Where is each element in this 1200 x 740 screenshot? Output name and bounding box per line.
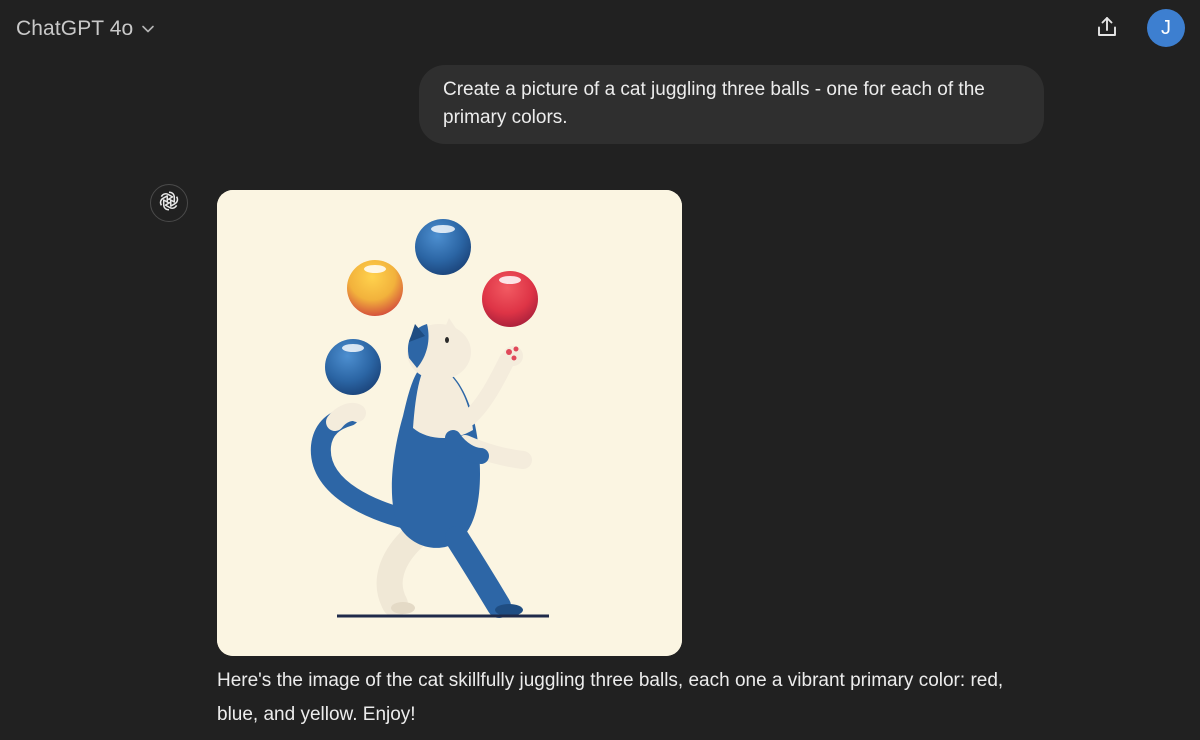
user-avatar[interactable]: J <box>1147 9 1185 47</box>
avatar-initial: J <box>1161 16 1171 39</box>
user-message-bubble: Create a picture of a cat juggling three… <box>419 65 1044 144</box>
generated-image[interactable] <box>217 190 682 656</box>
user-message-text: Create a picture of a cat juggling three… <box>443 79 985 128</box>
share-button[interactable] <box>1090 12 1124 46</box>
model-selector[interactable]: ChatGPT 4o <box>8 12 163 46</box>
yellow-ball <box>347 260 403 316</box>
top-bar: ChatGPT 4o J <box>0 0 1200 56</box>
blue-ball-left <box>325 339 381 395</box>
assistant-avatar <box>150 184 188 222</box>
model-name: ChatGPT 4o <box>16 17 134 40</box>
openai-logo-icon <box>157 189 181 218</box>
chevron-down-icon <box>141 22 155 36</box>
cat-juggling-illustration <box>217 190 682 656</box>
red-ball <box>482 271 538 327</box>
share-upload-icon <box>1095 15 1119 44</box>
assistant-message-text: Here's the image of the cat skillfully j… <box>217 670 1004 725</box>
blue-ball-top <box>415 219 471 275</box>
